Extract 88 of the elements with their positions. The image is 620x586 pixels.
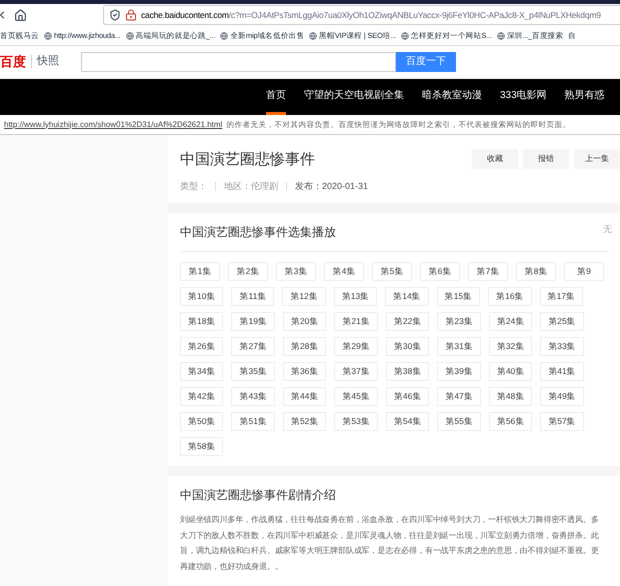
date-text: 发布：2020-01-31 — [295, 180, 368, 192]
search-button[interactable]: 百度一下 — [396, 52, 456, 72]
address-bar[interactable]: cache.baiducontent.com/c?m=OJ4AtPsTsmLggAio7ua0XlyOh1OZiwqANBLuYaccx-9j6FeYl0HC-APaJc8-X_p4lNuPLXHekdqm9 — [103, 5, 620, 25]
episode-button[interactable]: 第38集 — [386, 362, 430, 381]
type-label: 类型： — [180, 180, 207, 192]
episode-button[interactable]: 第6集 — [420, 262, 460, 281]
action-button[interactable]: 收藏 — [472, 149, 518, 169]
episode-button[interactable]: 第20集 — [282, 312, 326, 331]
bookmark-icon — [44, 32, 52, 40]
episode-button[interactable]: 第14集 — [385, 287, 429, 306]
episode-button[interactable]: 第21集 — [334, 312, 378, 331]
episode-button[interactable]: 第51集 — [231, 412, 275, 431]
episode-button[interactable]: 第39集 — [437, 362, 481, 381]
episode-button[interactable]: 第53集 — [334, 412, 378, 431]
episode-button[interactable]: 第4集 — [324, 262, 364, 281]
episode-button[interactable]: 第24集 — [488, 312, 532, 331]
action-button[interactable]: 报错 — [523, 149, 569, 169]
episode-button[interactable]: 第25集 — [540, 312, 584, 331]
episode-button[interactable]: 第44集 — [282, 387, 326, 406]
episode-button[interactable]: 第15集 — [436, 287, 480, 306]
region-text: 地区：伦理剧 — [224, 180, 278, 192]
episode-button[interactable]: 第50集 — [180, 412, 224, 431]
episode-button[interactable]: 第33集 — [540, 337, 584, 356]
nav-link[interactable]: 守望的天空电视剧全集 — [304, 79, 404, 115]
episode-button[interactable]: 第9 — [564, 262, 604, 281]
episode-button[interactable]: 第2集 — [228, 262, 268, 281]
episode-button[interactable]: 第11集 — [231, 287, 274, 306]
section-title: 中国演艺圈悲惨事件剧情介绍 — [180, 487, 337, 504]
episode-button[interactable]: 第56集 — [488, 412, 532, 431]
nav-link[interactable]: 熟男有惑 — [564, 79, 605, 115]
episode-button[interactable]: 第37集 — [334, 362, 378, 381]
url-text: cache.baiducontent.com/c?m=OJ4AtPsTsmLggAio7ua0XlyOh1OZiwqANBLuYaccx-9j6FeYl0HC-APaJc8-X_p4lNuPLXHekdqm9 — [141, 8, 601, 22]
episode-button[interactable]: 第35集 — [231, 362, 275, 381]
episode-button[interactable]: 第40集 — [488, 362, 532, 381]
episode-button[interactable]: 第5集 — [372, 262, 412, 281]
episode-button[interactable]: 第10集 — [180, 287, 224, 306]
bookmark-icon — [220, 32, 228, 40]
snapshot-title: 快照 — [37, 54, 59, 70]
episode-button[interactable]: 第34集 — [180, 362, 224, 381]
episode-button[interactable]: 第8集 — [516, 262, 556, 281]
bookmark-icon — [401, 32, 410, 40]
episode-button[interactable]: 第1集 — [180, 262, 220, 281]
baidu-logo[interactable]: 百度 — [0, 55, 32, 68]
episode-button[interactable]: 第30集 — [386, 337, 430, 356]
episode-button[interactable]: 第28集 — [282, 337, 326, 356]
episode-button[interactable]: 第49集 — [540, 387, 584, 406]
episode-button[interactable]: 第27集 — [231, 337, 275, 356]
episode-button[interactable]: 第55集 — [437, 412, 481, 431]
bookmark-icon — [309, 32, 318, 40]
episode-button[interactable]: 第45集 — [334, 387, 378, 406]
episode-button[interactable]: 第41集 — [540, 362, 584, 381]
episode-button[interactable]: 第19集 — [231, 312, 275, 331]
drama-title: 中国演艺圈悲惨事件 — [180, 150, 316, 170]
episode-button[interactable]: 第32集 — [488, 337, 532, 356]
episode-button[interactable]: 第16集 — [488, 287, 532, 306]
episode-button[interactable]: 第46集 — [386, 387, 430, 406]
episode-button[interactable]: 第31集 — [437, 337, 481, 356]
episode-button[interactable]: 第42集 — [180, 387, 224, 406]
side-note: 无 — [603, 223, 612, 236]
episode-button[interactable]: 第7集 — [468, 262, 508, 281]
episode-button[interactable]: 第52集 — [282, 412, 326, 431]
nav-link[interactable]: 暗杀教室动漫 — [422, 79, 482, 115]
section-title: 中国演艺圈悲惨事件选集播放 — [180, 224, 336, 241]
episode-button[interactable]: 第36集 — [282, 362, 326, 381]
episode-button[interactable]: 第13集 — [334, 287, 378, 306]
episode-button[interactable]: 第43集 — [231, 387, 275, 406]
source-link[interactable]: http://www.lyhuizhijie.com/show01%2D31/uAf%2D62621.html — [4, 118, 222, 130]
episode-button[interactable]: 第12集 — [282, 287, 326, 306]
episode-button[interactable]: 第29集 — [334, 337, 378, 356]
bookmark-icon — [126, 32, 134, 40]
action-button[interactable]: 上一集 — [574, 149, 620, 169]
episode-button[interactable]: 第23集 — [437, 312, 481, 331]
episode-button[interactable]: 第26集 — [180, 337, 224, 356]
episode-button[interactable]: 第3集 — [276, 262, 316, 281]
insecure-lock-icon[interactable] — [125, 9, 137, 21]
episode-button[interactable]: 第54集 — [386, 412, 430, 431]
episode-button[interactable]: 第48集 — [488, 387, 532, 406]
episode-button[interactable]: 第47集 — [437, 387, 481, 406]
episode-button[interactable]: 第58集 — [180, 437, 224, 456]
shield-icon[interactable] — [109, 9, 121, 21]
bookmark-icon — [496, 32, 505, 40]
nav-link[interactable]: 333电影网 — [500, 79, 547, 115]
search-field[interactable] — [81, 52, 396, 72]
episode-button[interactable]: 第22集 — [386, 312, 430, 331]
episode-button[interactable]: 第17集 — [540, 287, 584, 306]
episode-button[interactable]: 第57集 — [540, 412, 584, 431]
episode-button[interactable]: 第18集 — [180, 312, 224, 331]
home-icon[interactable] — [14, 8, 27, 22]
